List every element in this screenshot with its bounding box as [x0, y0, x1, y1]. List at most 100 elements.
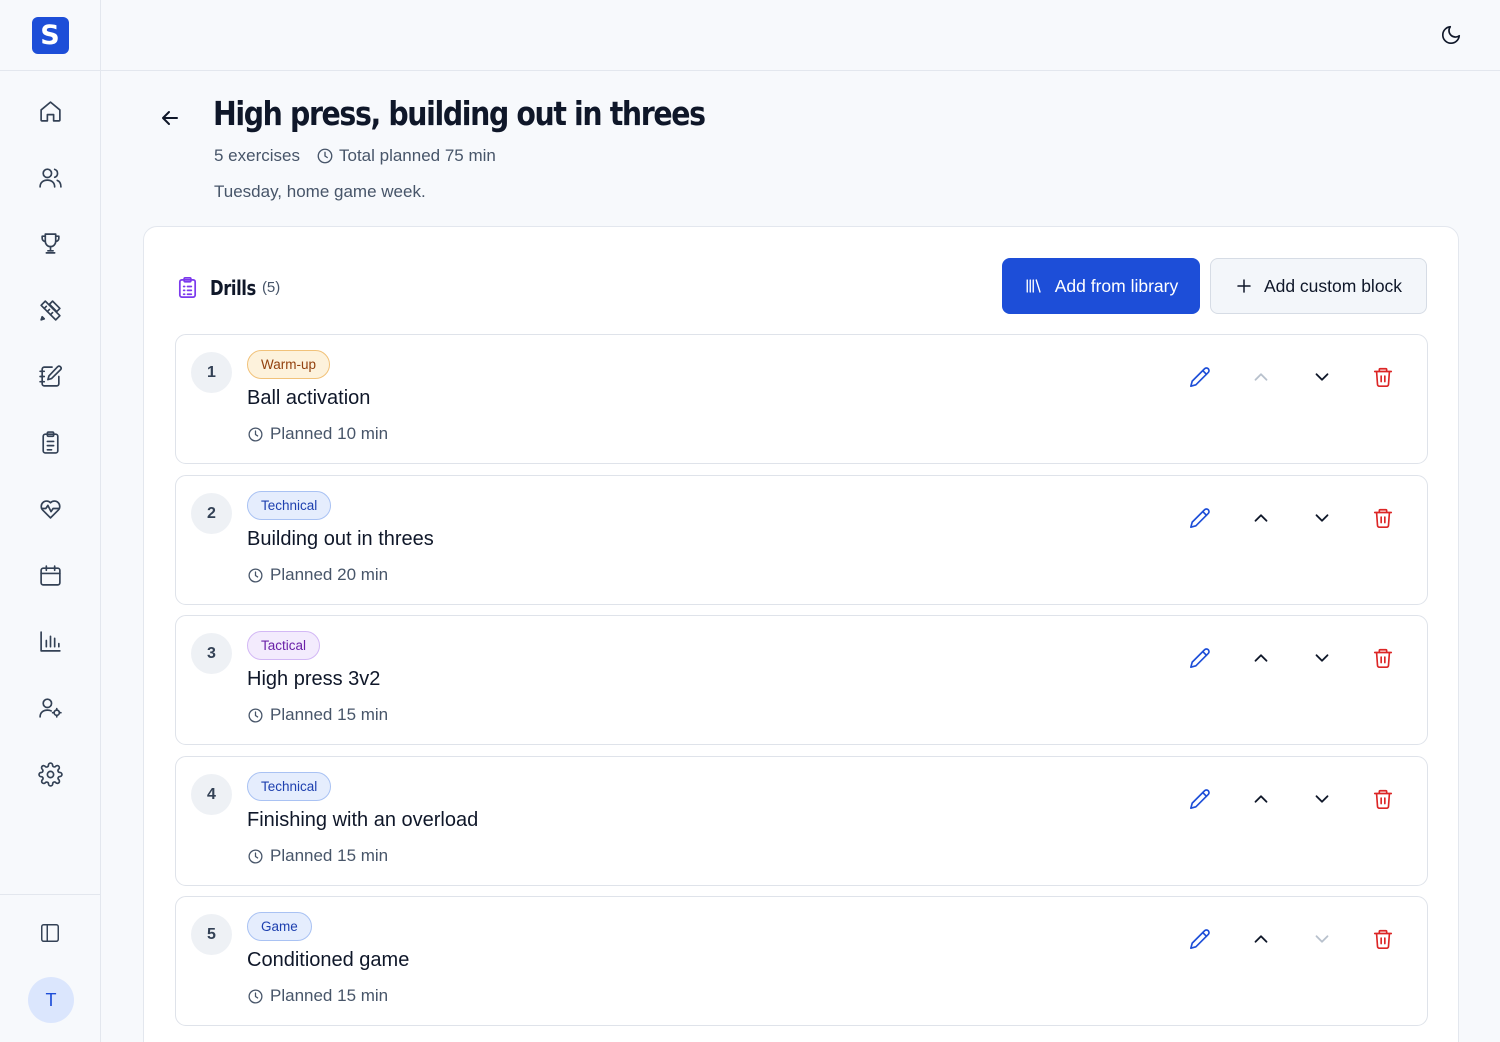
sidebar-item-settings[interactable] [0, 741, 100, 807]
sidebar-item-calendar[interactable] [0, 542, 100, 608]
clock-icon [248, 707, 263, 723]
drill-number: 1 [191, 352, 232, 393]
chevron-down-icon [1315, 373, 1329, 381]
move-down-button[interactable] [1311, 647, 1335, 671]
chevron-up-icon [1254, 373, 1268, 381]
drill-duration-label: Planned 15 min [270, 846, 389, 865]
heart-pulse-icon [39, 500, 61, 520]
add-custom-block-label: Add custom block [1263, 275, 1403, 296]
delete-drill-button[interactable] [1372, 366, 1396, 390]
sidebar-item-plans[interactable] [0, 343, 100, 409]
notebook-pen-icon [38, 365, 62, 387]
move-up-button[interactable] [1250, 928, 1274, 952]
edit-drill-button[interactable] [1189, 507, 1213, 531]
plus-icon [1237, 279, 1251, 293]
move-up-button[interactable] [1250, 366, 1274, 390]
delete-drill-button[interactable] [1372, 647, 1396, 671]
sidebar: S T [0, 0, 101, 1042]
logo-area: S [0, 0, 100, 71]
drill-category-badge: Technical [247, 772, 332, 801]
trash-icon [1373, 789, 1393, 809]
clock-icon [248, 567, 263, 583]
drill-number: 5 [191, 914, 232, 955]
drill-duration-label: Planned 15 min [270, 705, 389, 724]
arrow-left-icon [162, 111, 178, 125]
theme-toggle-button[interactable] [1440, 24, 1462, 46]
home-icon [39, 100, 61, 122]
pencil-ruler-icon [39, 299, 61, 321]
collapse-sidebar-button[interactable] [39, 922, 61, 944]
back-button[interactable] [158, 106, 182, 130]
sidebar-item-health[interactable] [0, 476, 100, 542]
move-up-button[interactable] [1250, 788, 1274, 812]
avatar[interactable]: T [28, 977, 74, 1023]
drill-duration: Planned 15 min [247, 986, 388, 1006]
add-custom-block-button[interactable]: Add custom block [1210, 258, 1427, 314]
drill-number: 4 [191, 774, 232, 815]
sidebar-item-staff[interactable] [0, 675, 100, 741]
drill-category-badge: Warm-up [247, 350, 331, 379]
move-up-button[interactable] [1250, 647, 1274, 671]
drills-title: Drills [210, 275, 256, 300]
user-cog-icon [38, 698, 62, 719]
chevron-down-icon [1315, 654, 1329, 662]
clock-icon [317, 148, 333, 164]
drill-card: 2 Technical Building out in threes Plann… [175, 475, 1428, 605]
drill-number: 2 [191, 493, 232, 534]
move-down-button[interactable] [1311, 788, 1335, 812]
total-duration: Total planned 75 min [338, 146, 496, 165]
drills-panel: Drills (5) Add from library Add custom b… [143, 226, 1459, 1042]
sidebar-item-stats[interactable] [0, 608, 100, 674]
clipboard-list-icon [41, 431, 59, 454]
drill-category-badge: Game [247, 912, 312, 941]
clock-icon [248, 988, 263, 1004]
delete-drill-button[interactable] [1372, 788, 1396, 812]
chevron-up-icon [1254, 514, 1268, 522]
sidebar-item-home[interactable] [0, 78, 100, 144]
edit-drill-button[interactable] [1189, 647, 1213, 671]
drill-duration: Planned 10 min [247, 424, 388, 444]
edit-drill-button[interactable] [1189, 928, 1213, 952]
chevron-down-icon [1315, 935, 1329, 943]
sidebar-item-competitions[interactable] [0, 211, 100, 277]
drills-header: Drills (5) [176, 275, 280, 300]
clock-icon [248, 426, 263, 442]
edit-drill-button[interactable] [1189, 366, 1213, 390]
drill-name: Finishing with an overload [247, 809, 479, 831]
pencil-icon [1190, 367, 1210, 387]
drill-name: Building out in threes [247, 528, 434, 550]
drill-card: 5 Game Conditioned game Planned 15 min [175, 896, 1428, 1026]
drill-duration-label: Planned 20 min [270, 565, 389, 584]
drill-duration-label: Planned 10 min [270, 424, 389, 443]
pencil-icon [1190, 789, 1210, 809]
drill-duration-label: Planned 15 min [270, 986, 389, 1005]
drill-name: Conditioned game [247, 949, 410, 971]
users-icon [38, 168, 62, 188]
chevron-down-icon [1315, 795, 1329, 803]
calendar-icon [39, 565, 61, 586]
delete-drill-button[interactable] [1372, 507, 1396, 531]
sidebar-item-drills[interactable] [0, 277, 100, 343]
drill-name: Ball activation [247, 387, 371, 409]
exercise-count: 5 exercises [214, 146, 300, 165]
move-down-button[interactable] [1311, 507, 1335, 531]
top-bar [101, 0, 1500, 71]
trash-icon [1373, 508, 1393, 528]
drill-card: 3 Tactical High press 3v2 Planned 15 min [175, 615, 1428, 745]
sidebar-item-players[interactable] [0, 144, 100, 210]
move-down-button[interactable] [1311, 366, 1335, 390]
page-meta: 5 exercises Total planned 75 min [214, 146, 496, 166]
library-icon [1026, 279, 1041, 293]
add-from-library-button[interactable]: Add from library [1002, 258, 1200, 314]
move-up-button[interactable] [1250, 507, 1274, 531]
move-down-button[interactable] [1311, 928, 1335, 952]
sidebar-nav [0, 78, 100, 807]
sidebar-item-sessions[interactable] [0, 409, 100, 475]
edit-drill-button[interactable] [1189, 788, 1213, 812]
gear-icon [37, 761, 63, 787]
delete-drill-button[interactable] [1372, 928, 1396, 952]
app-logo[interactable]: S [31, 16, 69, 54]
drill-category-badge: Tactical [247, 631, 321, 660]
trash-icon [1373, 648, 1393, 668]
pencil-icon [1190, 648, 1210, 668]
